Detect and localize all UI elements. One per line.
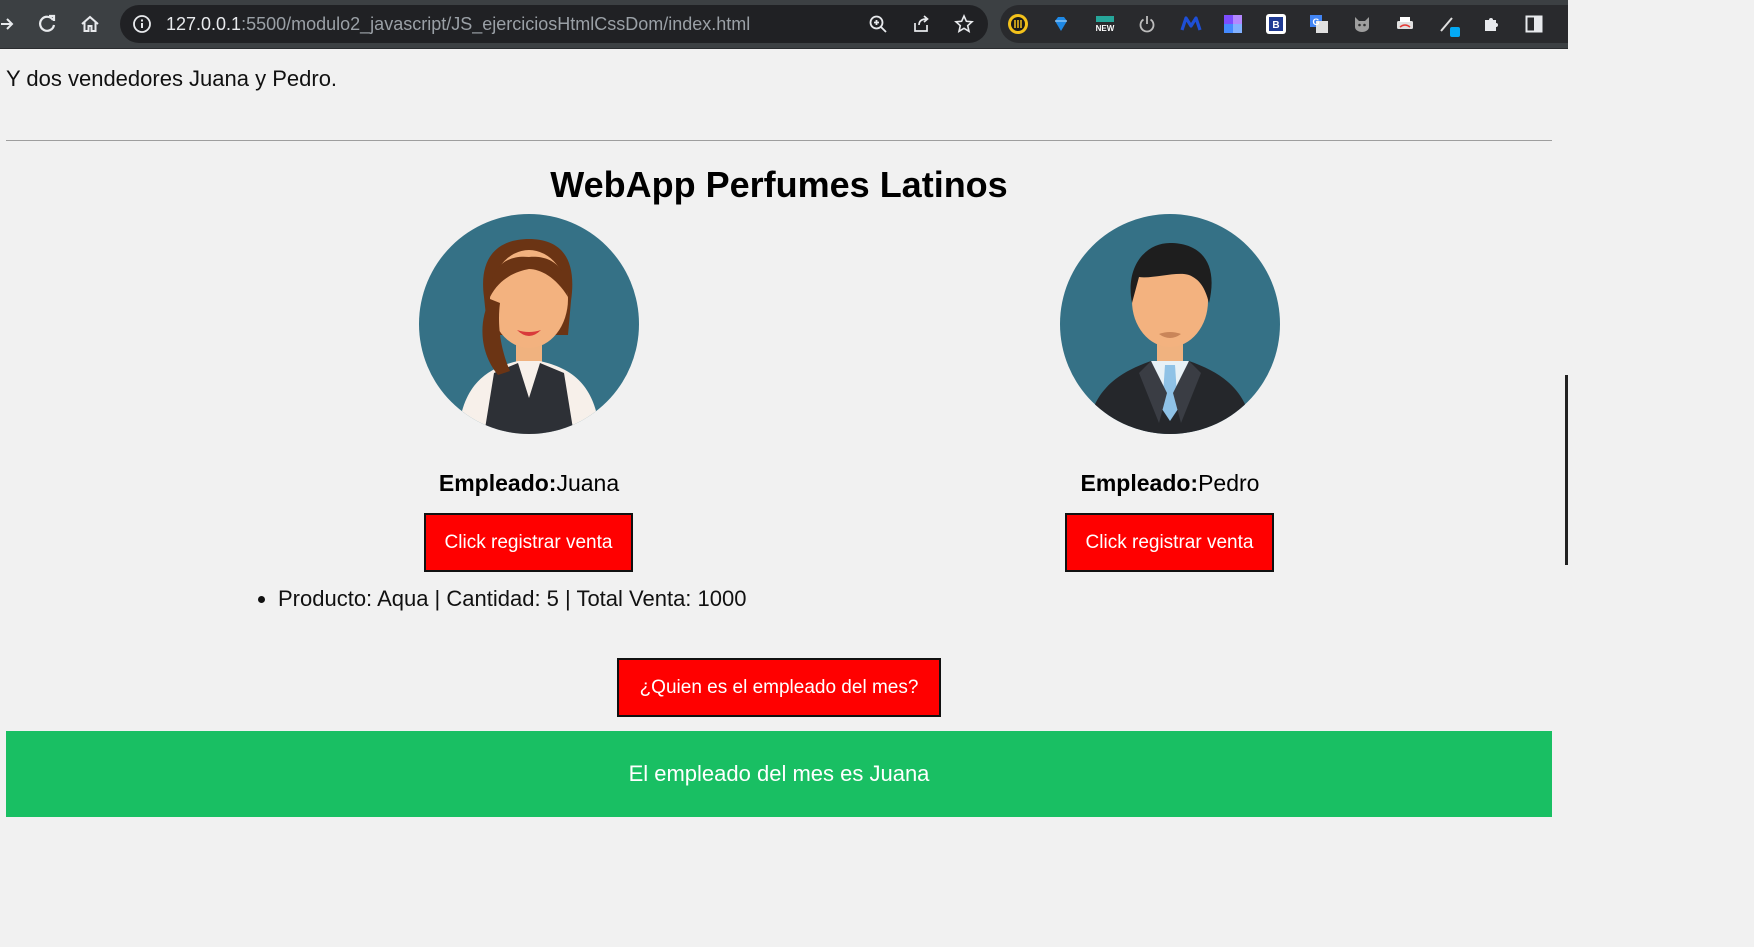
side-panel-icon[interactable]: [1524, 14, 1544, 34]
translate-icon[interactable]: G: [1309, 14, 1329, 34]
share-icon[interactable]: [911, 14, 931, 34]
result-banner: El empleado del mes es Juana: [6, 731, 1552, 817]
m-extension-icon[interactable]: [1180, 14, 1202, 34]
address-bar[interactable]: 127.0.0.1:5500/modulo2_javascript/JS_eje…: [120, 5, 988, 43]
forward-icon[interactable]: [0, 9, 22, 39]
employee-name: Pedro: [1198, 470, 1260, 496]
horizontal-rule: [6, 140, 1552, 141]
pedro-avatar: [1059, 213, 1281, 435]
employee-name: Juana: [556, 470, 620, 496]
pen-extension-icon[interactable]: [1438, 14, 1460, 37]
puzzle-extensions-icon[interactable]: [1481, 14, 1501, 34]
power-icon[interactable]: [1137, 14, 1157, 34]
site-info-icon[interactable]: [132, 14, 152, 34]
browser-toolbar: 127.0.0.1:5500/modulo2_javascript/JS_eje…: [0, 0, 1568, 49]
employee-label-key: Empleado:: [1080, 470, 1199, 496]
register-sale-button-pedro[interactable]: Click registrar venta: [1065, 513, 1274, 572]
grid-extension-icon[interactable]: [1223, 14, 1243, 34]
home-icon[interactable]: [75, 9, 105, 39]
sales-list: Producto: Aqua | Cantidad: 5 | Total Ven…: [256, 586, 746, 612]
zoom-icon[interactable]: [868, 14, 888, 34]
url-text[interactable]: 127.0.0.1:5500/modulo2_javascript/JS_eje…: [166, 14, 750, 34]
juana-avatar: [418, 213, 640, 435]
url-host: 127.0.0.1: [166, 14, 242, 34]
reload-icon[interactable]: [32, 9, 62, 39]
employee-of-month-button[interactable]: ¿Quien es el empleado del mes?: [617, 658, 941, 717]
svg-text:G: G: [1312, 17, 1319, 27]
printer-extension-icon[interactable]: [1395, 14, 1415, 34]
register-sale-button-juana[interactable]: Click registrar venta: [424, 513, 633, 572]
extensions-bar: NEW B G: [1000, 5, 1568, 43]
cat-extension-icon[interactable]: [1352, 14, 1372, 34]
list-item: Producto: Aqua | Cantidad: 5 | Total Ven…: [256, 586, 746, 612]
url-path: :5500/modulo2_javascript/JS_ejerciciosHt…: [241, 14, 751, 34]
svg-text:NEW: NEW: [1096, 24, 1115, 33]
employee-label-juana: Empleado:Juana: [379, 470, 679, 497]
scrollbar-thumb[interactable]: [1565, 375, 1568, 565]
employee-label-key: Empleado:: [438, 470, 557, 496]
diamond-extension-icon[interactable]: [1051, 14, 1071, 34]
new-extension-icon[interactable]: NEW: [1094, 14, 1115, 34]
b-extension-icon[interactable]: B: [1266, 14, 1286, 34]
bookmark-star-icon[interactable]: [954, 14, 974, 34]
extension-1-icon[interactable]: [1008, 14, 1028, 34]
intro-text: Y dos vendedores Juana y Pedro.: [6, 66, 338, 91]
svg-text:B: B: [1272, 20, 1279, 31]
page-title: WebApp Perfumes Latinos: [550, 164, 1008, 205]
employee-label-pedro: Empleado:Pedro: [1020, 470, 1320, 497]
